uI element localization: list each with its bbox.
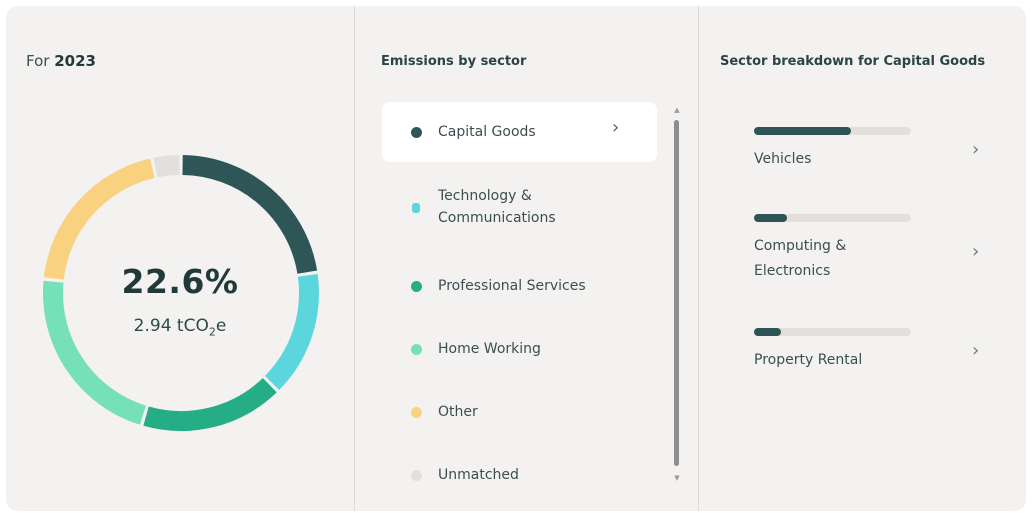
scrollbar-thumb[interactable]: [674, 120, 679, 466]
summary-panel: For 2023 22.6% 2.94 tCO2e: [6, 6, 354, 511]
sector-item-capital-goods[interactable]: Capital Goods ›: [382, 102, 657, 162]
scrollbar[interactable]: ▲ ▼: [673, 106, 681, 484]
sector-label: Other: [438, 404, 478, 420]
chevron-right-icon: ›: [612, 117, 620, 138]
sector-label: Capital Goods: [438, 124, 536, 140]
share-bar: [754, 127, 911, 135]
breakdown-item-property-rental[interactable]: Property Rental ›: [754, 328, 1024, 398]
share-bar: [754, 214, 911, 222]
sector-dot-icon: [411, 127, 422, 138]
donut-segment-capital-goods: [182, 155, 318, 275]
breakdown-heading: Sector breakdown for Capital Goods: [720, 54, 986, 69]
year-label: For 2023: [26, 52, 96, 70]
share-bar: [754, 328, 911, 336]
donut-segment-unmatched: [153, 155, 180, 178]
sector-dot-icon: [411, 407, 422, 418]
scroll-up-icon[interactable]: ▲: [673, 106, 681, 114]
sector-dot-icon: [411, 470, 422, 481]
share-bar-fill: [754, 328, 781, 336]
breakdown-item-computing-electronics[interactable]: Computing & Electronics ›: [754, 214, 1024, 284]
sector-label: Professional Services: [438, 278, 586, 294]
share-bar-fill: [754, 127, 852, 135]
sector-dot-icon: [412, 203, 420, 213]
sector-heading: Emissions by sector: [381, 54, 527, 69]
chevron-right-icon: ›: [972, 139, 980, 160]
sector-panel: Emissions by sector Capital Goods › Tech…: [355, 6, 698, 511]
sector-label: Unmatched: [438, 467, 519, 483]
breakdown-label: Property Rental: [754, 352, 863, 368]
sector-item-other[interactable]: Other: [382, 376, 657, 436]
center-percent: 22.6%: [121, 262, 239, 301]
year-prefix: For: [26, 52, 50, 70]
share-bar-fill: [754, 214, 787, 222]
year-value: 2023: [54, 52, 96, 70]
scroll-down-icon[interactable]: ▼: [673, 474, 681, 482]
breakdown-label: Vehicles: [754, 151, 812, 167]
breakdown-label: Computing & Electronics: [754, 238, 847, 279]
sector-label: Home Working: [438, 341, 541, 357]
sector-dot-icon: [411, 281, 422, 292]
sector-label: Technology & Communications: [438, 188, 556, 226]
chevron-right-icon: ›: [972, 340, 980, 361]
sector-item-technology-communications[interactable]: Technology & Communications: [382, 175, 657, 235]
sector-item-professional-services[interactable]: Professional Services: [382, 250, 657, 310]
donut-segment-professional-services: [143, 377, 277, 431]
breakdown-item-vehicles[interactable]: Vehicles ›: [754, 127, 1024, 197]
breakdown-panel: Sector breakdown for Capital Goods Vehic…: [699, 6, 1026, 511]
chevron-right-icon: ›: [972, 241, 980, 262]
sector-item-home-working[interactable]: Home Working: [382, 313, 657, 373]
sector-item-unmatched[interactable]: Unmatched: [382, 439, 657, 499]
donut-segment-home-working: [43, 280, 147, 425]
emissions-card: For 2023 22.6% 2.94 tCO2e Emissions by s…: [6, 6, 1026, 511]
sector-dot-icon: [411, 344, 422, 355]
center-emissions-value: 2.94 tCO2e: [133, 316, 227, 339]
